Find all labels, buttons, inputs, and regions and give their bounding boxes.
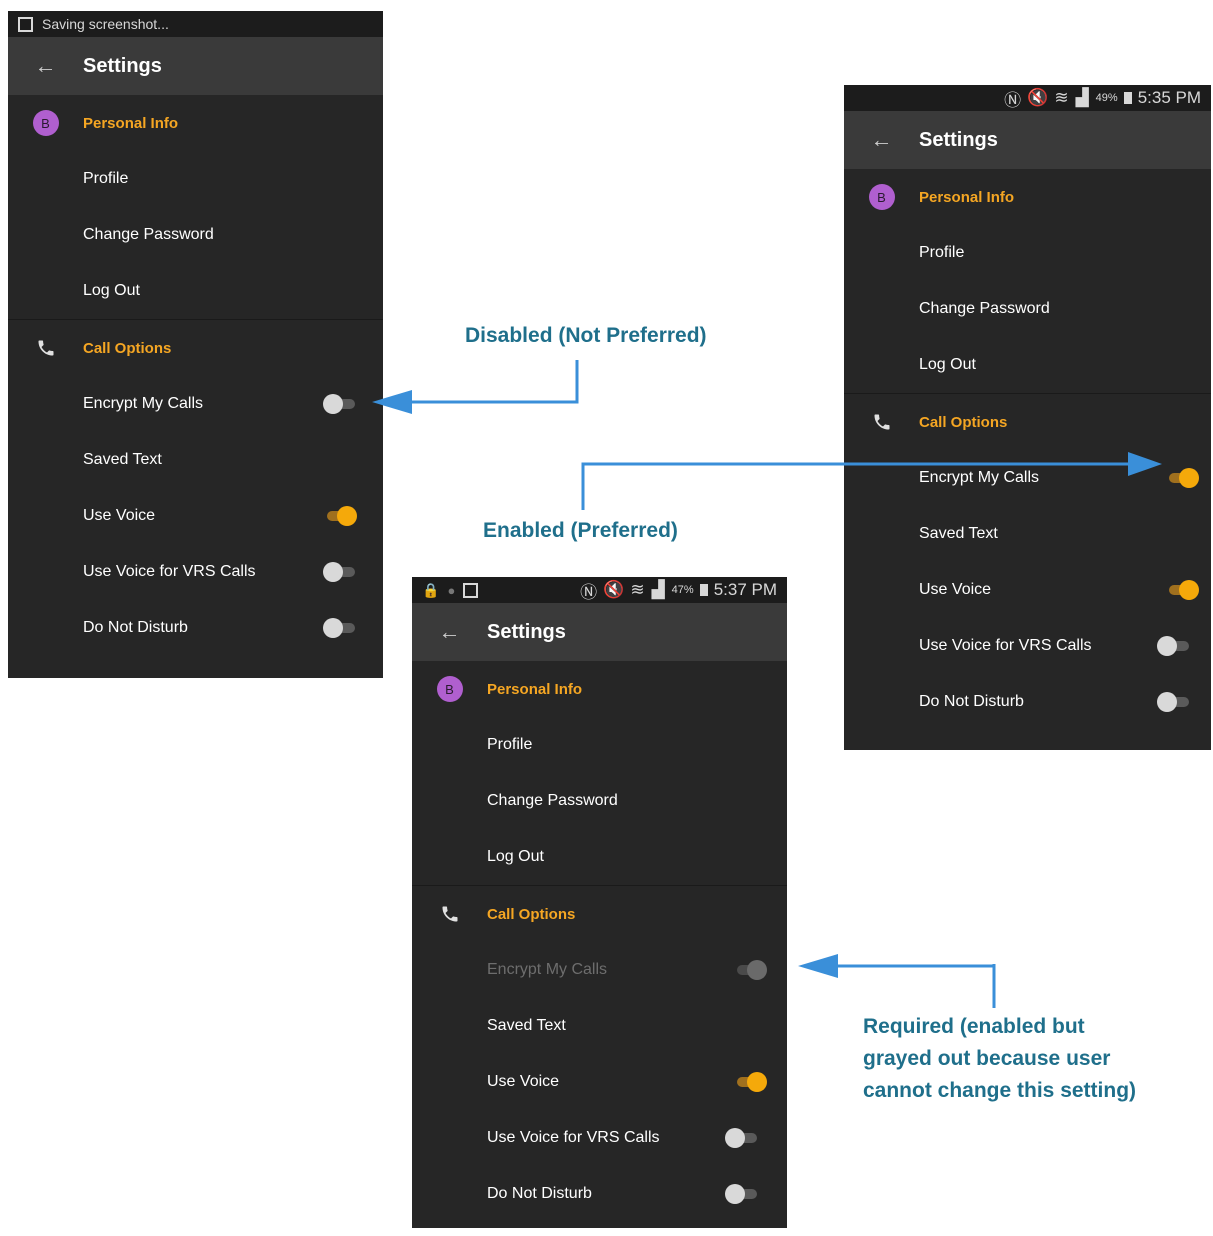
annotation-required-line3: cannot change this setting) bbox=[863, 1079, 1137, 1102]
arrowhead-disabled bbox=[372, 390, 412, 414]
annotation-enabled: Enabled (Preferred) bbox=[483, 519, 678, 542]
annotation-required-line2: grayed out because user bbox=[863, 1047, 1111, 1070]
arrowhead-enabled bbox=[1128, 452, 1162, 476]
arrow-required bbox=[836, 964, 996, 968]
annotation-disabled: Disabled (Not Preferred) bbox=[465, 324, 707, 347]
arrow-enabled bbox=[581, 462, 1132, 510]
arrowhead-required bbox=[798, 954, 838, 978]
arrow-disabled bbox=[410, 360, 579, 404]
annotation-required: Required (enabled but grayed out because… bbox=[863, 1011, 1136, 1107]
annotation-required-line1: Required (enabled but bbox=[863, 1015, 1085, 1038]
